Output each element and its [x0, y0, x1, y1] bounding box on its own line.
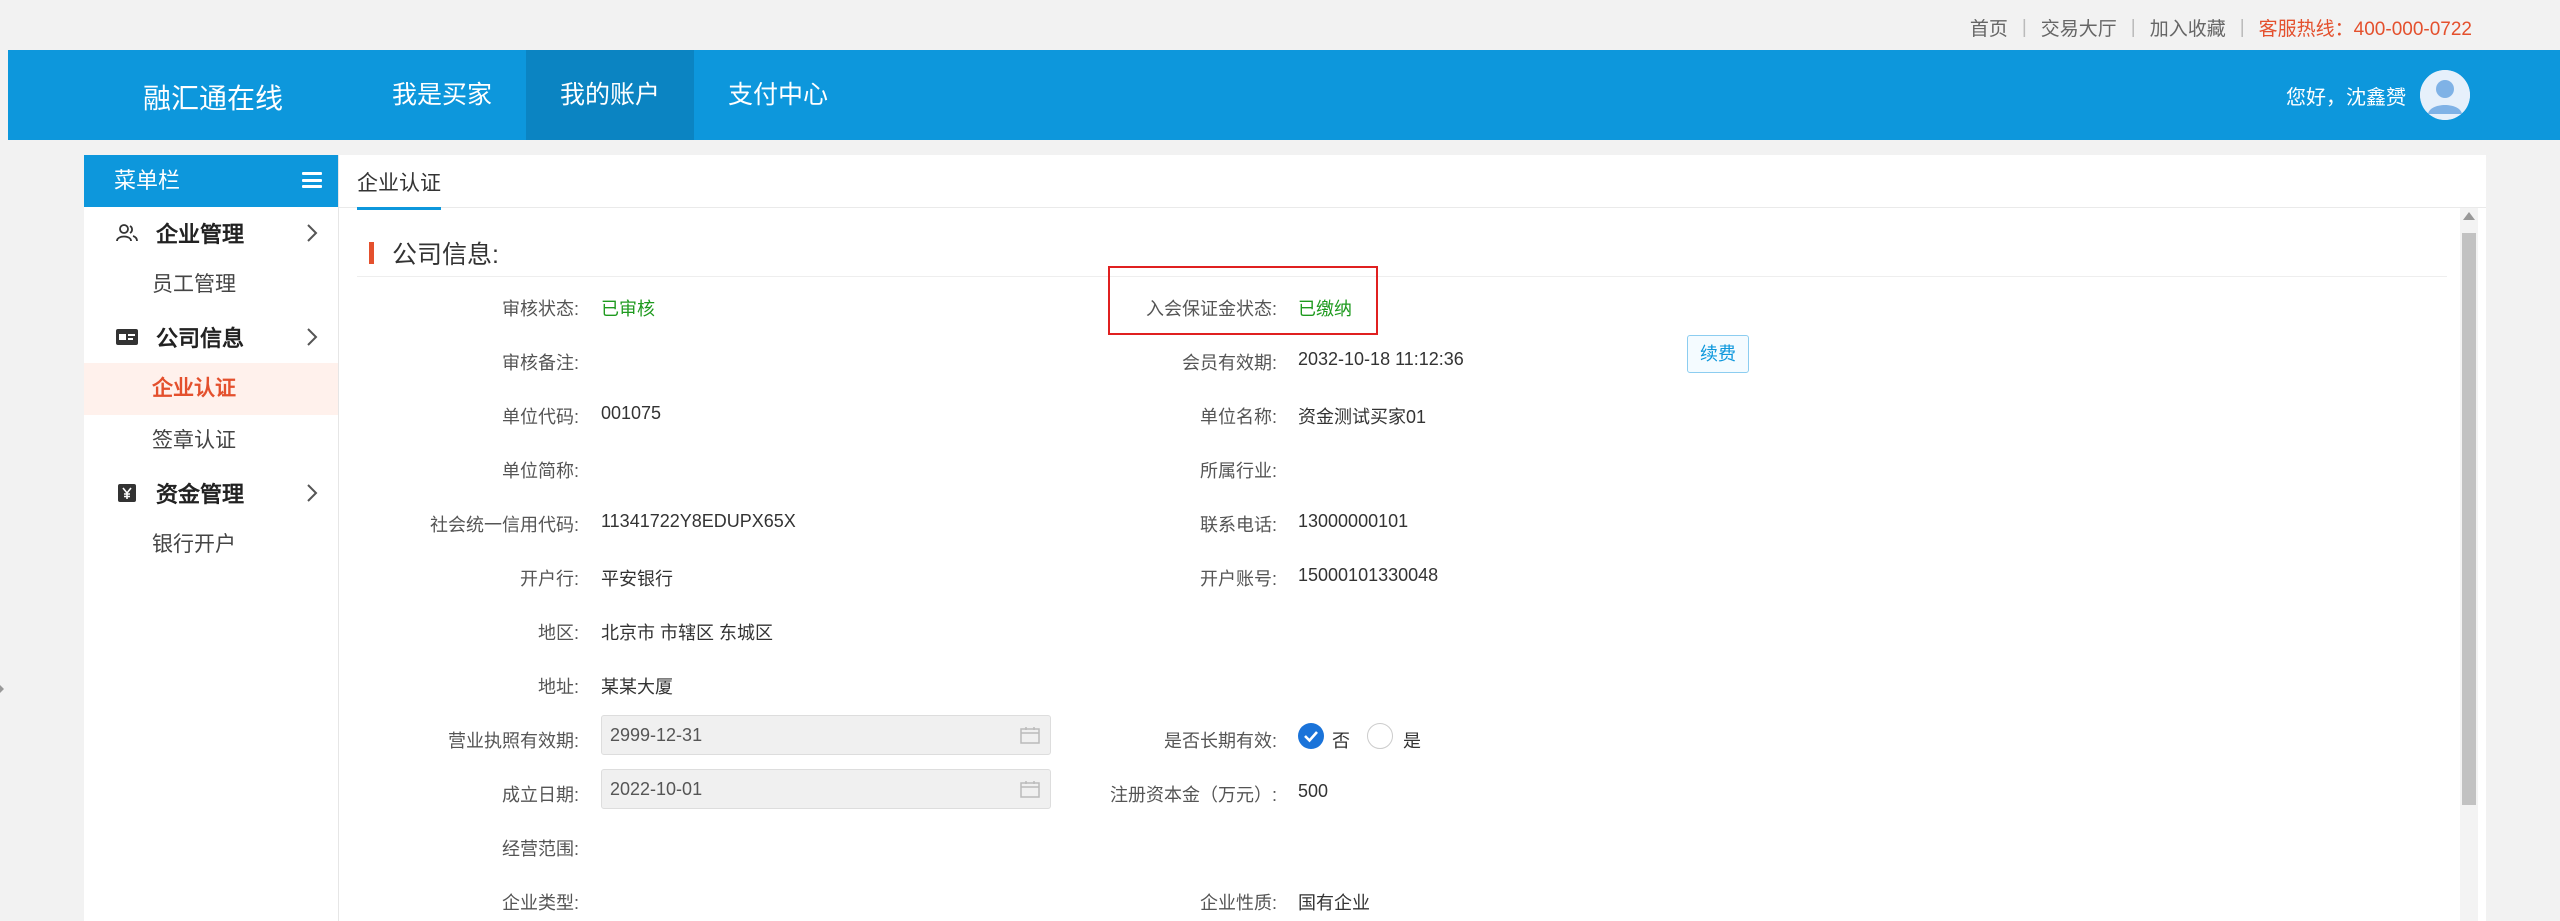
- scrollbar[interactable]: [2460, 208, 2478, 921]
- chevron-right-icon: [306, 483, 318, 509]
- sidebar-item-enterprise-cert[interactable]: 企业认证: [84, 363, 338, 415]
- radio-no[interactable]: [1298, 723, 1324, 749]
- section-divider: [357, 276, 2447, 277]
- link-add-favorite[interactable]: 加入收藏: [2150, 14, 2226, 41]
- label-established-date: 成立日期:: [501, 785, 579, 805]
- site-logo[interactable]: 融汇通在线: [143, 77, 283, 117]
- sidebar-item-seal-cert[interactable]: 签章认证: [84, 415, 338, 467]
- label-unit-short-name: 单位简称:: [501, 461, 579, 481]
- label-unit-name: 单位名称:: [1199, 407, 1277, 427]
- nav-buyer[interactable]: 我是买家: [358, 50, 526, 140]
- link-home[interactable]: 首页: [1970, 14, 2008, 41]
- sidebar-group-label: 公司信息: [156, 326, 245, 351]
- id-card-icon: [114, 326, 140, 348]
- sidebar-group-funds[interactable]: 资金管理: [84, 467, 338, 519]
- label-registered-capital: 注册资本金（万元）:: [1109, 785, 1277, 805]
- label-membership-validity: 会员有效期:: [1181, 353, 1277, 373]
- label-business-scope: 经营范围:: [501, 839, 579, 859]
- value-bank: 平安银行: [601, 569, 673, 589]
- label-region: 地区:: [537, 623, 579, 643]
- label-account-number: 开户账号:: [1199, 569, 1277, 589]
- chevron-right-icon: [306, 223, 318, 249]
- scroll-up-arrow-icon[interactable]: [2463, 212, 2475, 220]
- label-audit-remark: 审核备注:: [501, 353, 579, 373]
- user-area: 您好，沈鑫赟: [2286, 70, 2470, 120]
- sidebar-item-staff[interactable]: 员工管理: [84, 259, 338, 311]
- established-date-value: 2022-10-01: [610, 779, 703, 799]
- value-enterprise-nature: 国有企业: [1298, 893, 1370, 913]
- label-phone: 联系电话:: [1199, 515, 1277, 535]
- label-industry: 所属行业:: [1199, 461, 1277, 481]
- sidebar-title: 菜单栏: [114, 168, 181, 193]
- chevron-right-icon: [306, 327, 318, 353]
- separator: |: [2021, 16, 2027, 38]
- yen-icon: [114, 482, 140, 504]
- sidebar-group-company-info[interactable]: 公司信息: [84, 311, 338, 363]
- label-license-validity: 营业执照有效期:: [447, 731, 579, 751]
- value-account-number: 15000101330048: [1298, 565, 1439, 585]
- check-icon: [1304, 731, 1318, 743]
- highlight-box: [1108, 266, 1378, 335]
- value-address: 某某大厦: [601, 677, 673, 697]
- established-date-input[interactable]: 2022-10-01: [601, 769, 1051, 809]
- nav-my-account[interactable]: 我的账户: [526, 50, 695, 140]
- value-region: 北京市 市辖区 东城区: [601, 623, 774, 643]
- separator: |: [2130, 16, 2136, 38]
- content-panel: 企业认证 公司信息: 审核状态: 已审核 审核备注: 单位代码: 001075 …: [338, 155, 2486, 921]
- label-enterprise-type: 企业类型:: [501, 893, 579, 913]
- users-icon: [114, 222, 140, 244]
- section-title: 公司信息:: [369, 235, 499, 271]
- value-credit-code: 11341722Y8EDUPX65X: [601, 511, 796, 531]
- main-header: 融汇通在线 我是买家 我的账户 支付中心 您好，沈鑫赟: [8, 50, 2560, 140]
- top-links: 首页 | 交易大厅 | 加入收藏 | 客服热线：400-000-0722: [1970, 14, 2472, 41]
- nav-payment-center[interactable]: 支付中心: [694, 50, 862, 140]
- radio-no-label: 否: [1332, 731, 1350, 751]
- label-long-term: 是否长期有效:: [1163, 731, 1277, 751]
- sidebar-group-label: 企业管理: [156, 222, 245, 247]
- license-validity-input[interactable]: 2999-12-31: [601, 715, 1051, 755]
- hamburger-menu-icon[interactable]: [302, 172, 322, 188]
- section-title-text: 公司信息:: [392, 241, 499, 269]
- link-trading-hall[interactable]: 交易大厅: [2041, 14, 2117, 41]
- sidebar-group-enterprise[interactable]: 企业管理: [84, 207, 338, 259]
- label-unit-code: 单位代码:: [501, 407, 579, 427]
- calendar-icon: [1020, 727, 1040, 744]
- user-avatar-icon: [2420, 70, 2470, 120]
- tab-enterprise-cert[interactable]: 企业认证: [357, 167, 441, 210]
- hotline-text: 客服热线：400-000-0722: [2258, 19, 2472, 40]
- avatar[interactable]: [2420, 70, 2470, 120]
- separator: |: [2239, 16, 2245, 38]
- label-audit-status: 审核状态:: [501, 299, 579, 319]
- label-bank: 开户行:: [519, 569, 579, 589]
- renew-button[interactable]: 续费: [1687, 335, 1749, 373]
- value-phone: 13000000101: [1298, 511, 1409, 531]
- scrollbar-thumb[interactable]: [2462, 233, 2476, 805]
- sidebar-header: 菜单栏: [84, 155, 338, 207]
- label-enterprise-nature: 企业性质:: [1199, 893, 1277, 913]
- collapse-arrow-icon[interactable]: [0, 685, 4, 693]
- main-nav: 我是买家 我的账户 支付中心: [358, 50, 862, 140]
- user-greeting[interactable]: 您好，沈鑫赟: [2286, 81, 2406, 110]
- calendar-icon: [1020, 781, 1040, 798]
- title-accent-bar: [369, 242, 374, 264]
- label-address: 地址:: [537, 677, 579, 697]
- value-unit-code: 001075: [601, 403, 662, 423]
- radio-yes[interactable]: [1367, 723, 1393, 749]
- sidebar-item-bank-account[interactable]: 银行开户: [84, 519, 338, 571]
- license-validity-value: 2999-12-31: [610, 725, 703, 745]
- value-membership-validity: 2032-10-18 11:12:36: [1298, 349, 1464, 369]
- top-utility-bar: 首页 | 交易大厅 | 加入收藏 | 客服热线：400-000-0722: [0, 0, 2560, 50]
- value-unit-name: 资金测试买家01: [1298, 407, 1427, 427]
- value-audit-status: 已审核: [601, 299, 655, 319]
- tab-bar: 企业认证: [339, 155, 2486, 210]
- sidebar: 菜单栏 企业管理 员工管理 公司信息 企业认证 签章认证 资金管理 银行开户: [84, 155, 338, 921]
- value-registered-capital: 500: [1298, 781, 1329, 801]
- label-credit-code: 社会统一信用代码:: [429, 515, 579, 535]
- radio-yes-label: 是: [1403, 731, 1421, 751]
- sidebar-group-label: 资金管理: [156, 482, 245, 507]
